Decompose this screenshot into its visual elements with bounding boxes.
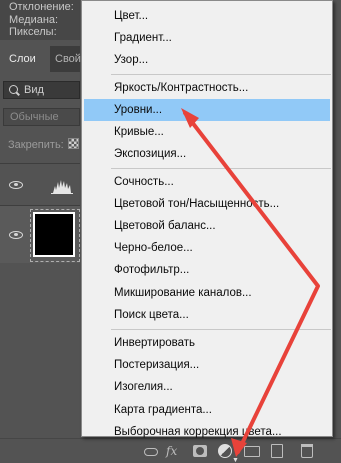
visibility-eye-icon[interactable] xyxy=(9,181,23,189)
menu-item-vibrance[interactable]: Сочность... xyxy=(84,171,330,193)
lock-transparency-icon[interactable] xyxy=(68,138,79,149)
menu-separator xyxy=(111,329,331,330)
menu-item-selective-color[interactable]: Выборочная коррекция цвета... xyxy=(84,421,330,443)
menu-item-invert[interactable]: Инвертировать xyxy=(84,332,330,354)
new-group-icon[interactable] xyxy=(244,446,260,457)
new-layer-icon[interactable] xyxy=(271,444,283,458)
menu-item-brightness-contrast[interactable]: Яркость/Контрастность... xyxy=(84,77,330,99)
median-label: Медиана: xyxy=(9,13,59,26)
levels-histogram-icon xyxy=(51,180,73,194)
pixels-label: Пикселы: xyxy=(9,26,57,38)
layer-row-adjustment[interactable] xyxy=(0,163,80,205)
menu-item-exposure[interactable]: Экспозиция... xyxy=(84,143,330,165)
trash-icon[interactable] xyxy=(301,444,313,458)
blend-mode-select[interactable]: Обычные xyxy=(3,108,80,126)
menu-item-solid-color[interactable]: Цвет... xyxy=(84,5,330,27)
menu-separator xyxy=(111,168,331,169)
menu-item-gradient[interactable]: Градиент... xyxy=(84,27,330,49)
menu-item-curves[interactable]: Кривые... xyxy=(84,121,330,143)
deviation-label: Отклонение: xyxy=(9,1,74,13)
visibility-eye-icon[interactable] xyxy=(9,231,23,239)
menu-item-pattern[interactable]: Узор... xyxy=(84,49,330,71)
tab-properties[interactable]: Свой xyxy=(50,46,81,72)
menu-item-color-balance[interactable]: Цветовой баланс... xyxy=(84,215,330,237)
search-icon xyxy=(9,85,18,94)
info-panel: Отклонение: Медиана: Пикселы: xyxy=(0,0,80,40)
menu-item-posterize[interactable]: Постеризация... xyxy=(84,354,330,376)
menu-item-color-lookup[interactable]: Поиск цвета... xyxy=(84,304,330,326)
layer-thumbnail xyxy=(30,209,80,262)
layer-filter-select[interactable]: Вид xyxy=(3,81,80,99)
fx-icon[interactable]: fx xyxy=(166,445,177,458)
link-layers-icon[interactable] xyxy=(144,448,158,456)
menu-separator xyxy=(111,74,331,75)
menu-item-levels[interactable]: Уровни... xyxy=(84,99,330,121)
menu-item-photo-filter[interactable]: Фотофильтр... xyxy=(84,259,330,281)
menu-item-threshold[interactable]: Изогелия... xyxy=(84,376,330,398)
add-mask-icon[interactable] xyxy=(193,445,207,457)
layer-row-image[interactable] xyxy=(0,205,80,263)
lock-label: Закрепить: xyxy=(8,139,64,151)
chevron-down-icon: ▼ xyxy=(232,457,239,463)
tab-layers[interactable]: Слои xyxy=(0,46,50,72)
menu-item-channel-mixer[interactable]: Микширование каналов... xyxy=(84,282,330,304)
menu-item-black-white[interactable]: Черно-белое... xyxy=(84,237,330,259)
adjustment-layer-menu: Цвет... Градиент... Узор... Яркость/Конт… xyxy=(81,0,333,438)
menu-item-gradient-map[interactable]: Карта градиента... xyxy=(84,399,330,421)
menu-item-hue-saturation[interactable]: Цветовой тон/Насыщенность... xyxy=(84,193,330,215)
panel-tabs: Слои Свой xyxy=(0,46,81,72)
blend-mode-label: Обычные xyxy=(10,111,59,123)
adjustment-layer-icon[interactable] xyxy=(218,444,232,458)
filter-kind-label: Вид xyxy=(24,84,44,96)
